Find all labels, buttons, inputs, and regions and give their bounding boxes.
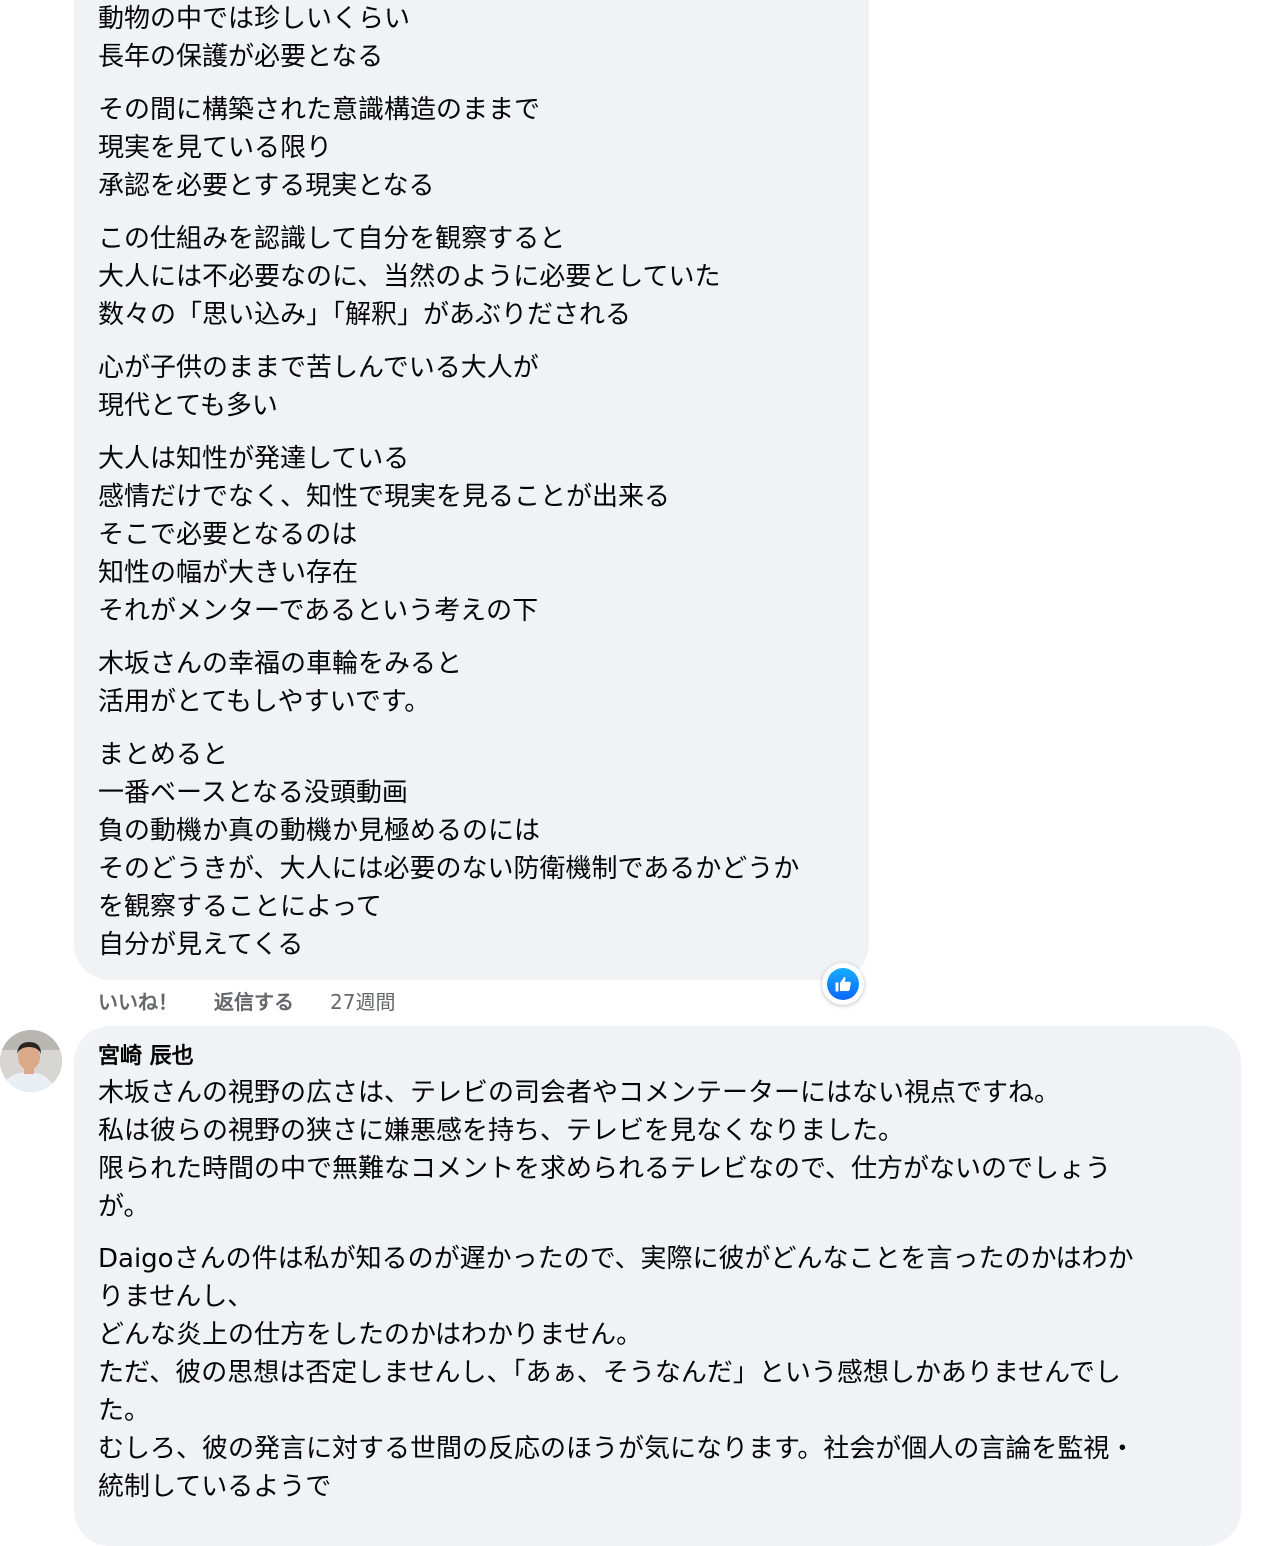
comment-line: 木坂さんの幸福の車輪をみると [98,649,463,679]
comment-line: 限られた時間の中で無難なコメントを求められるテレビなので、仕方がないのでしょう [98,1154,1111,1184]
comment-line: 動物の中では珍しいくらい [98,4,411,34]
comment-line: を観察することによって [98,892,382,922]
comment-line: 知性の幅が大きい存在 [98,558,359,588]
comment-line: 大人には不必要なのに、当然のように必要としていた [98,262,721,292]
comment-line: 統制しているようで [98,1472,332,1502]
comment-line: 大人は知性が発達している [98,444,410,474]
comment-line: 自分が見えてくる [98,930,304,960]
comment-line: た。 [98,1396,151,1426]
reply-button[interactable]: 返信する [214,986,294,1015]
comment-line: ただ、彼の思想は否定しませんし、「あぁ、そうなんだ」という感想しかありませんでし [98,1358,1121,1388]
comment-paragraph: 動物の中では珍しいくらい 長年の保護が必要となる [98,0,858,76]
comment-line: 心が子供のままで苦しんでいる大人が [98,353,539,383]
comment-line: 活用がとてもしやすいです。 [98,687,431,717]
comment-line: その間に構築された意識構造のままで [98,95,541,125]
comment-line: Daigoさんの件は私が知るのが遅かったので、実際に彼がどんなことを言ったのかは… [98,1244,1134,1274]
comment-line: 私は彼らの視野の狭さに嫌悪感を持ち、テレビを見なくなりました。 [98,1116,905,1146]
comment-line: 承認を必要とする現実となる [98,171,435,201]
comment-line: りませんし、 [98,1282,254,1312]
comment-line: そのどうきが、大人には必要のない防衛機制であるかどうか [98,854,800,884]
comment-line: が。 [98,1192,150,1222]
comment-paragraph: 大人は知性が発達している感情だけでなく、知性で現実を見ることが出来る そこで必要と… [98,440,858,630]
comment-paragraph: 木坂さんの視野の広さは、テレビの司会者やコメンテーターにはない視点ですね。 私は彼… [98,1074,1218,1226]
thumbs-up-icon [827,968,859,1000]
comment-line: 負の動機か真の動機か見極めるのには [98,816,541,846]
comment-line: それがメンターであるという考えの下 [98,596,539,626]
comment-line: そこで必要となるのは [98,520,358,550]
comment-line: 現代とても多い [98,391,278,421]
comment-paragraph: この仕組みを認識して自分を観察すると大人には不必要なのに、当然のように必要として… [98,220,858,334]
like-button[interactable]: いいね！ [98,986,178,1015]
comment-paragraph: その間に構築された意識構造のままで 現実を見ている限り承認を必要とする現実となる [98,91,858,205]
comment-paragraph: 心が子供のままで苦しんでいる大人が 現代とても多い [98,349,858,425]
comment-line: まとめると [98,740,229,770]
comment-paragraph: Daigoさんの件は私が知るのが遅かったので、実際に彼がどんなことを言ったのかは… [98,1240,1218,1506]
comment-line: むしろ、彼の発言に対する世間の反応のほうが気になります。社会が個人の言論を監視・ [98,1434,1136,1464]
comment-line: この仕組みを認識して自分を観察すると [98,224,566,254]
comment-body: 動物の中では珍しいくらい 長年の保護が必要となるその間に構築された意識構造のままで… [98,0,858,979]
comment-paragraph: まとめると一番ベースとなる没頭動画負の動機か真の動機か見極めるのにはそのどうきが… [98,736,858,964]
comment-paragraph: 木坂さんの幸福の車輪をみると 活用がとてもしやすいです。 [98,645,858,721]
avatar[interactable] [0,1030,62,1092]
comment-author[interactable]: 宮崎 辰也 [98,1040,194,1074]
comment-body: 木坂さんの視野の広さは、テレビの司会者やコメンテーターにはない視点ですね。 私は彼… [98,1074,1218,1520]
comment-line: 長年の保護が必要となる [98,42,384,72]
comment-timestamp[interactable]: 27週間 [330,986,395,1015]
comment-line: 木坂さんの視野の広さは、テレビの司会者やコメンテーターにはない視点ですね。 [98,1078,1061,1108]
comment-line: 現実を見ている限り [98,133,333,163]
comment-line: 感情だけでなく、知性で現実を見ることが出来る [98,482,671,512]
comment-line: 一番ベースとなる没頭動画 [98,778,408,808]
comment-line: どんな炎上の仕方をしたのかはわかりません。 [98,1320,643,1350]
comment-line: 数々の「思い込み」「解釈」があぶりだされる [98,300,632,330]
comment-actions: いいね！ 返信する 27週間 [98,985,395,1015]
reaction-badge[interactable] [822,963,864,1005]
